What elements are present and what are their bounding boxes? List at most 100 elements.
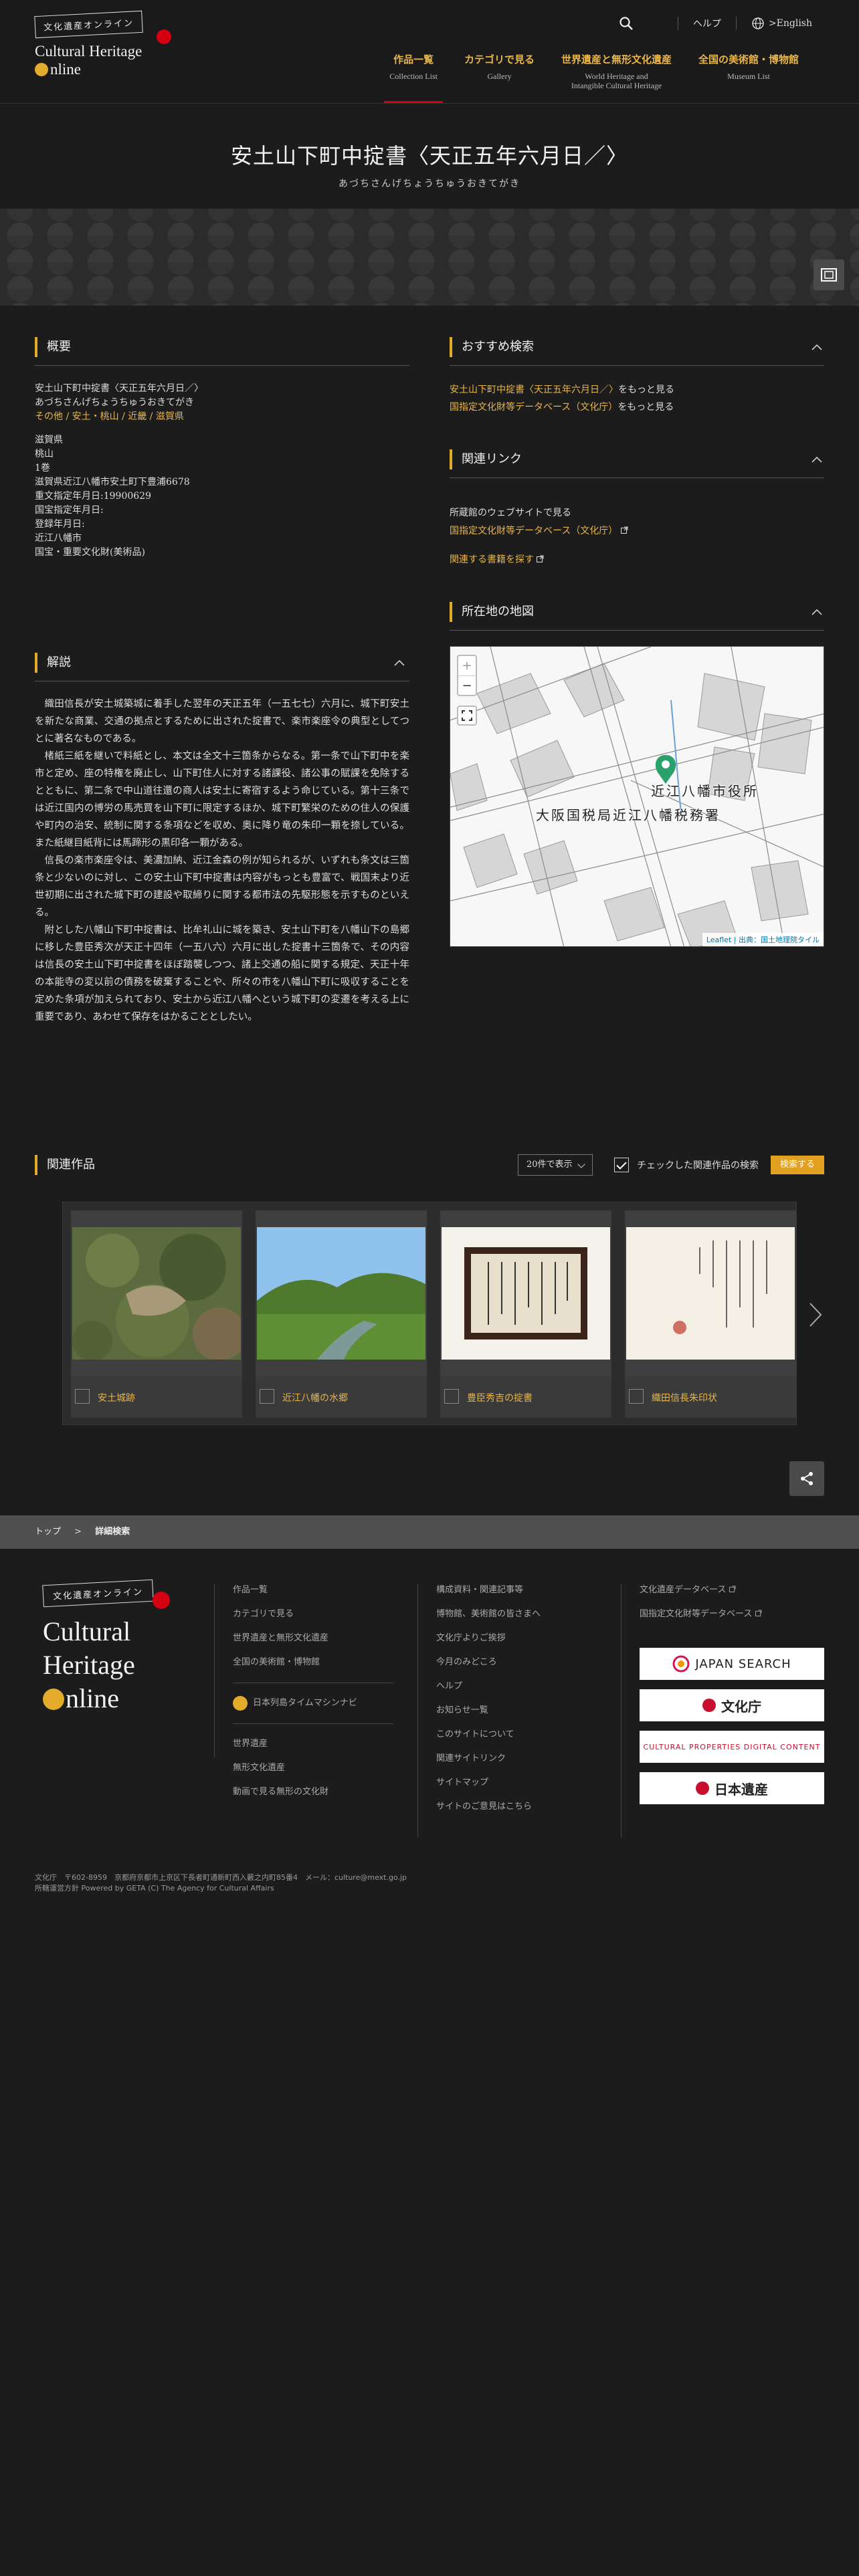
help-link[interactable]: ヘルプ [693,17,721,30]
footer-logo[interactable]: 文化遺産オンライン Cultural Heritage nline [42,1579,170,1715]
footer-link[interactable]: 博物館、美術館の皆さまへ [436,1602,541,1626]
recommend-suffix: をもっと見る [617,402,674,413]
logo-en-line2: nline [50,61,81,78]
share-button[interactable] [789,1461,824,1496]
recommend-item-title[interactable]: 安土山下町中掟書〈天正五年六月日／〉をもっと見る [450,381,824,399]
footer-link[interactable]: 今月のみどころ [436,1650,541,1675]
divider [450,365,824,366]
footer-link[interactable]: ヘルプ [436,1675,541,1699]
nav-collection-list[interactable]: 作品一覧 Collection List [376,52,451,103]
timemachine-link[interactable]: 日本列島タイムマシンナビ [233,1691,393,1715]
related-checkbox[interactable] [260,1389,274,1404]
related-checkbox[interactable] [75,1389,90,1404]
footer-link[interactable]: 世界遺産と無形文化遺産 [233,1626,393,1650]
search-icon[interactable] [619,16,634,31]
related-card[interactable]: 安土城跡 [71,1210,242,1418]
per-page-select[interactable]: 20件で表示 [517,1154,593,1176]
museum-site-label: 所蔵館のウェブサイトで見る [450,508,571,518]
footer-link[interactable]: サイトのご意見はこちら [436,1795,541,1819]
footer-link[interactable]: 世界遺産 [233,1732,393,1756]
site-logo[interactable]: 文化遺産オンライン Cultural Heritage nline [34,10,171,78]
footer-col-1: 作品一覧 カテゴリで見る 世界遺産と無形文化遺産 全国の美術館・博物館 日本列島… [233,1578,393,1804]
footer-link[interactable]: 作品一覧 [233,1578,393,1602]
commentary-paragraph: 附とした八幡山下町中掟書は、比牟礼山に城を築き、安土山下町を八幡山下の島郷に移し… [35,925,409,1023]
footer-link[interactable]: 文化庁よりご挨拶 [436,1626,541,1650]
recommend-suffix: をもっと見る [618,385,674,395]
related-title[interactable]: 安土城跡 [98,1391,135,1404]
external-link-icon [620,526,628,534]
overview-registration-date: 登録年月日: [35,519,85,530]
japan-heritage-logo-icon [696,1782,709,1795]
related-checkbox[interactable] [444,1389,459,1404]
map-zoom-control: + − [457,655,477,696]
nav-label: 作品一覧 [393,53,434,66]
map-fullscreen-button[interactable] [457,706,477,726]
related-thumbnail[interactable] [256,1210,427,1376]
footer-link[interactable]: 関連サイトリンク [436,1747,541,1771]
related-carousel: 安土城跡 近江八幡の水郷 豊臣秀吉の掟書 織田信長朱印状 [62,1202,797,1425]
footer-link[interactable]: 構成資料・関連記事等 [436,1578,541,1602]
related-thumbnail[interactable] [625,1210,796,1376]
logo-red-dot [157,29,171,44]
footer-link[interactable]: サイトマップ [436,1771,541,1795]
db-external-link[interactable]: 国指定文化財等データベース（文化庁） [450,526,628,536]
nav-sublabel: World Heritage and Intangible Cultural He… [561,72,672,90]
related-heading: 関連作品 [35,1155,95,1175]
footer-link[interactable]: 無形文化遺産 [233,1756,393,1780]
japan-search-banner[interactable]: JAPAN SEARCH [640,1648,824,1680]
related-card[interactable]: 近江八幡の水郷 [256,1210,427,1418]
recommend-item-database[interactable]: 国指定文化財等データベース（文化庁）をもっと見る [450,399,824,416]
footer-link[interactable]: このサイトについて [436,1723,541,1747]
related-title[interactable]: 近江八幡の水郷 [282,1391,348,1404]
footer-link[interactable]: お知らせ一覧 [436,1699,541,1723]
related-search-button[interactable]: 検索する [770,1156,824,1174]
logo-sun-icon [43,1689,64,1710]
category-link[interactable]: その他 / 安土・桃山 / 近畿 / 滋賀県 [35,411,184,422]
fullscreen-button[interactable] [814,259,844,290]
external-link-icon [755,1610,762,1616]
global-nav: 作品一覧 Collection List カテゴリで見る Gallery 世界遺… [376,52,812,103]
nav-world-heritage[interactable]: 世界遺産と無形文化遺産 World Heritage and Intangible… [548,52,685,103]
footer-link-text: 文化遺産データベース [640,1585,727,1595]
bunkacho-banner[interactable]: 文化庁 [640,1689,824,1721]
thumbnail-image [72,1227,241,1360]
related-title[interactable]: 織田信長朱印状 [652,1391,717,1404]
commentary-heading: 解説 [35,653,71,673]
nav-museum-list[interactable]: 全国の美術館・博物館 Museum List [685,52,812,103]
map-heading: 所在地の地図 [450,602,534,622]
collapse-chevron-icon[interactable] [811,607,823,619]
related-thumbnail[interactable] [71,1210,242,1376]
digital-content-banner[interactable]: CULTURAL PROPERTIES DIGITAL CONTENT [640,1731,824,1763]
external-link-icon [729,1586,736,1592]
zoom-in-button[interactable]: + [458,656,476,675]
footer-link[interactable]: 動画で見る無形の文化財 [233,1780,393,1804]
collapse-chevron-icon[interactable] [811,454,823,466]
location-map[interactable]: 近江八幡市役所 大阪国税局近江八幡税務署 + − Leaflet | 出典：国土… [450,646,824,947]
related-title[interactable]: 豊臣秀吉の掟書 [467,1391,533,1404]
footer-link[interactable]: 全国の美術館・博物館 [233,1650,393,1675]
books-link[interactable]: 関連する書籍を探す [450,554,544,565]
zoom-out-button[interactable]: − [458,675,476,695]
collapse-chevron-icon[interactable] [393,657,405,669]
related-thumbnail[interactable] [440,1210,611,1376]
select-all-checkbox[interactable] [613,1158,629,1172]
japan-heritage-banner[interactable]: 日本遺産 [640,1772,824,1804]
logo-en-line1: Cultural Heritage [35,43,142,60]
footer-external-link[interactable]: 国指定文化財等データベース [640,1602,762,1626]
related-card[interactable]: 織田信長朱印状 [625,1210,796,1418]
footer-link[interactable]: カテゴリで見る [233,1602,393,1626]
links-heading: 関連リンク [450,449,522,469]
collapse-chevron-icon[interactable] [811,342,823,354]
map-attribution[interactable]: Leaflet | 出典：国土地理院タイル [702,933,824,946]
related-checkbox[interactable] [629,1389,644,1404]
breadcrumb-top[interactable]: トップ [35,1527,61,1537]
commentary-paragraph: 楮紙三紙を継いで料紙とし、本文は全文十三箇条からなる。第一条で山下町中を楽市と定… [35,751,409,849]
thumbnail-image [626,1227,795,1360]
carousel-next-icon[interactable] [808,1301,823,1328]
related-card[interactable]: 豊臣秀吉の掟書 [440,1210,611,1418]
language-switch[interactable]: >English [751,17,812,30]
footer-external-link[interactable]: 文化遺産データベース [640,1578,762,1602]
overview-designation-date: 重文指定年月日:19900629 [35,491,151,502]
nav-gallery[interactable]: カテゴリで見る Gallery [451,52,548,103]
page-title-reading: あづちさんげちょうちゅうおきてがき [339,179,520,189]
